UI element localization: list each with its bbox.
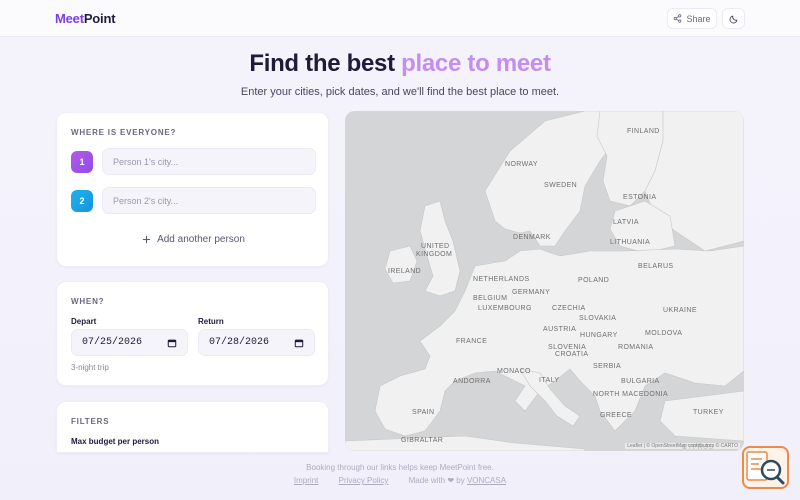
- share-label: Share: [686, 13, 711, 24]
- floating-widget-button[interactable]: [742, 446, 789, 489]
- map-label-estonia: ESTONIA: [623, 194, 656, 201]
- map-label-denmark: DENMARK: [513, 234, 551, 241]
- map-label-ireland: IRELAND: [388, 268, 421, 275]
- map-label-luxembourg: LUXEMBOURG: [478, 305, 532, 312]
- filters-title: FILTERS: [71, 417, 110, 426]
- top-bar: MeetPoint Share: [0, 0, 800, 37]
- map-label-austria: AUSTRIA: [543, 326, 576, 333]
- when-title: WHEN?: [71, 297, 105, 306]
- imprint-link[interactable]: Imprint: [294, 476, 318, 485]
- map-label-serbia: SERBIA: [593, 363, 621, 370]
- map-label-finland: FINLAND: [627, 128, 660, 135]
- map-label-italy: ITALY: [539, 377, 559, 384]
- map-label-norway: NORWAY: [505, 161, 538, 168]
- map-label-poland: POLAND: [578, 277, 609, 284]
- map-label-romania: ROMANIA: [618, 344, 653, 351]
- return-date-value: 07/28/2026: [209, 337, 270, 348]
- map[interactable]: FINLAND NORWAY SWEDEN ESTONIA LATVIA DEN…: [345, 111, 744, 451]
- map-label-sweden: SWEDEN: [544, 182, 577, 189]
- map-label-united: UNITED: [421, 243, 449, 250]
- map-label-turkey: TURKEY: [693, 409, 724, 416]
- person-2-city-input[interactable]: [102, 187, 316, 214]
- map-label-belgium: BELGIUM: [473, 295, 507, 302]
- map-label-kingdom: KINGDOM: [416, 251, 452, 258]
- where-card: WHERE IS EVERYONE? 1 2 Add another perso…: [56, 112, 329, 267]
- plus-icon: [142, 235, 151, 243]
- return-date-input[interactable]: 07/28/2026: [198, 329, 315, 356]
- map-label-spain: SPAIN: [412, 409, 435, 416]
- budget-label: Max budget per person: [71, 437, 160, 446]
- map-label-czechia: CZECHIA: [552, 305, 586, 312]
- made-with-text: Made with ❤ by VONCASA: [409, 476, 506, 485]
- map-label-gibraltar: GIBRALTAR: [401, 437, 443, 444]
- person-2-badge: 2: [71, 190, 93, 212]
- map-label-andorra: ANDORRA: [453, 378, 491, 385]
- theme-toggle-button[interactable]: [722, 8, 745, 29]
- map-label-ukraine: UKRAINE: [663, 307, 697, 314]
- calendar-icon: [294, 339, 304, 347]
- map-label-north-macedonia: NORTH MACEDONIA: [593, 391, 668, 398]
- share-button[interactable]: Share: [667, 8, 717, 29]
- map-label-germany: GERMANY: [512, 289, 550, 296]
- map-label-belarus: BELARUS: [638, 263, 673, 270]
- depart-label: Depart: [71, 317, 97, 326]
- calendar-icon: [167, 339, 177, 347]
- map-label-netherlands: NETHERLANDS: [473, 276, 530, 283]
- map-label-greece: GREECE: [600, 412, 632, 419]
- trip-length: 3-night trip: [71, 363, 109, 372]
- return-label: Return: [198, 317, 224, 326]
- map-label-monaco: MONACO: [497, 368, 531, 375]
- map-label-slovenia: SLOVENIA: [548, 344, 586, 351]
- map-label-slovakia: SLOVAKIA: [579, 315, 616, 322]
- when-card: WHEN? Depart Return 07/25/2026 07/28/202…: [56, 281, 329, 386]
- made-with-label: Made with ❤ by: [408, 476, 465, 485]
- title-plain: Find the best: [249, 50, 402, 77]
- map-attribution[interactable]: Leaflet | © OpenStreetMap contributors ©…: [625, 443, 740, 449]
- title-highlight: place to meet: [401, 50, 551, 77]
- add-person-button[interactable]: Add another person: [71, 227, 316, 251]
- map-label-france: FRANCE: [456, 338, 487, 345]
- logo[interactable]: MeetPoint: [55, 11, 116, 26]
- map-label-hungary: HUNGARY: [580, 332, 618, 339]
- logo-part-1: Meet: [55, 11, 84, 26]
- person-1-city-input[interactable]: [102, 148, 316, 175]
- search-document-icon: [746, 451, 785, 485]
- logo-part-2: Point: [83, 11, 116, 26]
- moon-icon: [729, 15, 737, 23]
- person-1-badge: 1: [71, 151, 93, 173]
- add-person-label: Add another person: [157, 233, 245, 245]
- page-title: Find the best place to meet: [0, 50, 800, 78]
- map-label-latvia: LATVIA: [613, 219, 639, 226]
- map-label-croatia: CROATIA: [555, 351, 588, 358]
- map-label-lithuania: LITHUANIA: [610, 239, 650, 246]
- map-label-bulgaria: BULGARIA: [621, 378, 660, 385]
- footer-links: Imprint Privacy Policy Made with ❤ by VO…: [0, 476, 800, 485]
- depart-date-input[interactable]: 07/25/2026: [71, 329, 188, 356]
- map-label-moldova: MOLDOVA: [645, 330, 682, 337]
- privacy-link[interactable]: Privacy Policy: [339, 476, 389, 485]
- share-icon: [674, 14, 682, 23]
- footer-note: Booking through our links helps keep Mee…: [306, 463, 494, 472]
- page-subtitle: Enter your cities, pick dates, and we'll…: [240, 86, 560, 98]
- author-link[interactable]: VONCASA: [467, 476, 506, 485]
- where-title: WHERE IS EVERYONE?: [71, 128, 177, 137]
- filters-card: FILTERS Max budget per person: [56, 401, 329, 453]
- depart-date-value: 07/25/2026: [82, 337, 143, 348]
